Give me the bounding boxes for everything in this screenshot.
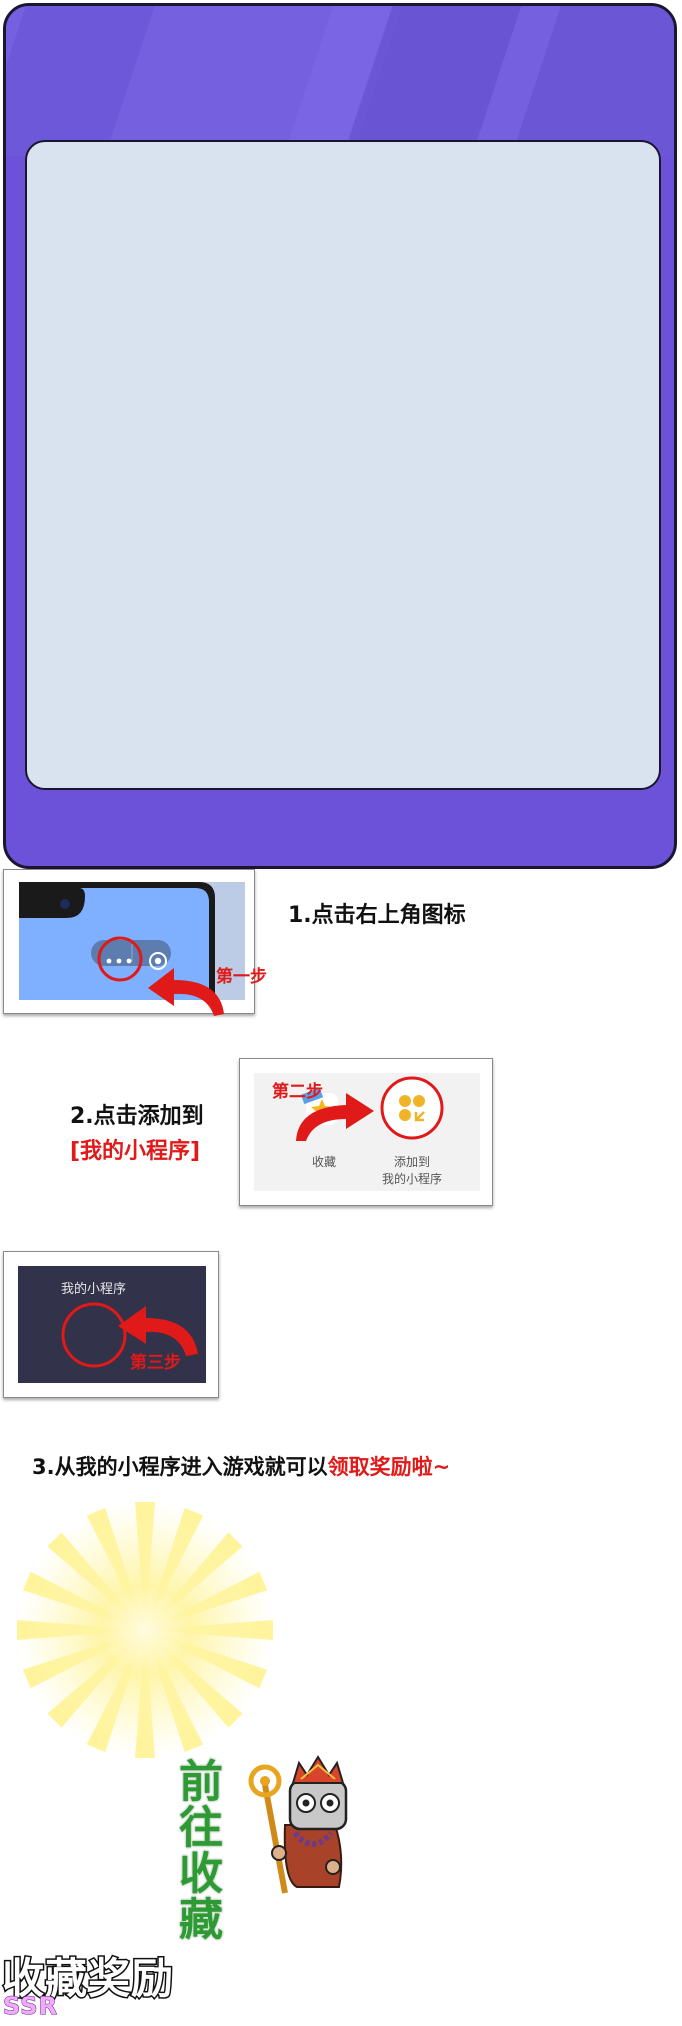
add-to-label: 添加到 <box>394 1155 431 1169</box>
light-burst-effect <box>17 1502 273 1758</box>
step2-instruction: 2.点击添加到 <box>70 1104 204 1129</box>
more-dots-icon[interactable] <box>104 956 134 966</box>
step3-instruction-highlight: 领取奖励啦~ <box>327 1455 451 1479</box>
favorite-label: 收藏 <box>312 1155 337 1169</box>
monk-character-icon <box>248 1755 348 1894</box>
go-favorite-button[interactable]: 前往收藏 <box>168 1757 228 1958</box>
rarity-badge: SSR <box>3 1992 58 2021</box>
step3-screen-label: 我的小程序 <box>61 1282 127 1297</box>
add-to-mini-program-button[interactable] <box>379 1075 445 1141</box>
my-mini-program-label: 我的小程序 <box>382 1172 443 1186</box>
card-content-area <box>25 140 661 790</box>
step2-tag: 第二步 <box>272 1082 323 1102</box>
step2-instruction-highlight: [我的小程序] <box>70 1139 201 1164</box>
step3-tag: 第三步 <box>130 1353 181 1373</box>
popup-card <box>3 3 677 869</box>
step1-tag: 第一步 <box>216 967 267 987</box>
step3-instruction-text: 3.从我的小程序进入游戏就可以 <box>32 1455 328 1479</box>
step2-screenshot: 收藏 添加到 我的小程序 第二步 <box>239 1058 493 1206</box>
step3-screenshot: 我的小程序 第三步 <box>3 1251 219 1398</box>
card-header-stripes <box>6 6 674 156</box>
step1-instruction: 1.点击右上角图标 <box>288 903 466 928</box>
step3-instruction: 3.从我的小程序进入游戏就可以领取奖励啦~ <box>32 1451 450 1481</box>
step1-screenshot: 第一步 <box>3 869 267 1016</box>
